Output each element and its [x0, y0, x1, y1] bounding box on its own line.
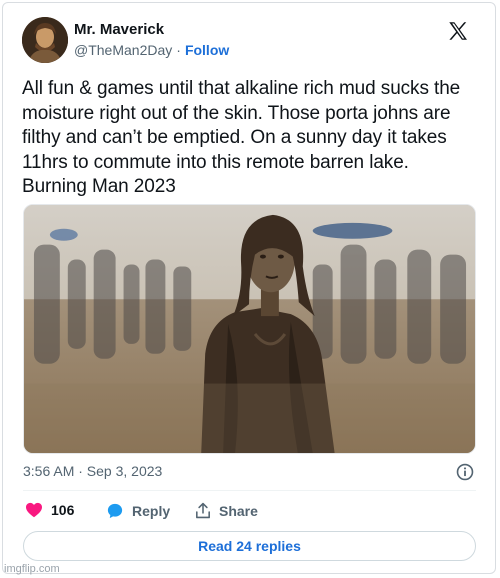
- author-meta: @TheMan2Day · Follow: [74, 42, 229, 58]
- info-icon[interactable]: [456, 463, 474, 481]
- read-replies-button[interactable]: Read 24 replies: [23, 531, 476, 561]
- share-button[interactable]: Share: [195, 502, 258, 519]
- author-avatar[interactable]: [22, 17, 68, 63]
- tweet-line: All fun & games until that alkaline rich…: [22, 78, 461, 99]
- tweet-line: Burning Man 2023: [22, 176, 176, 197]
- x-logo-icon[interactable]: [447, 20, 469, 42]
- follow-button[interactable]: Follow: [185, 42, 229, 58]
- reply-button[interactable]: Reply: [106, 502, 170, 520]
- tweet-line: filthy and can’t be emptied. On a sunny …: [22, 127, 447, 148]
- tweet-timestamp[interactable]: 3:56 AM · Sep 3, 2023: [23, 463, 162, 479]
- imgflip-watermark: imgflip.com: [4, 563, 60, 575]
- reply-bubble-icon: [107, 503, 123, 519]
- mud-scene-illustration: [24, 205, 475, 453]
- tweet-text: All fun & games until that alkaline rich…: [22, 77, 488, 200]
- share-label: Share: [219, 502, 258, 519]
- like-count: 106: [51, 502, 75, 518]
- meta-separator: ·: [176, 42, 181, 58]
- heart-icon: [26, 502, 42, 518]
- tweet-line: moisture right out of the skin. Those po…: [22, 102, 451, 124]
- avatar-illustration: [22, 17, 68, 63]
- tweet-line: 11hrs to commute into this remote barren…: [22, 151, 409, 173]
- tweet-photo[interactable]: [23, 204, 476, 454]
- divider: [23, 490, 476, 491]
- tweet-card: Mr. Maverick @TheMan2Day · Follow All fun …: [2, 2, 496, 574]
- like-button[interactable]: 106: [25, 502, 74, 518]
- author-name[interactable]: Mr. Maverick: [74, 21, 164, 38]
- reply-label: Reply: [132, 503, 171, 519]
- share-upload-icon: [196, 502, 210, 519]
- author-handle[interactable]: @TheMan2Day: [74, 42, 172, 58]
